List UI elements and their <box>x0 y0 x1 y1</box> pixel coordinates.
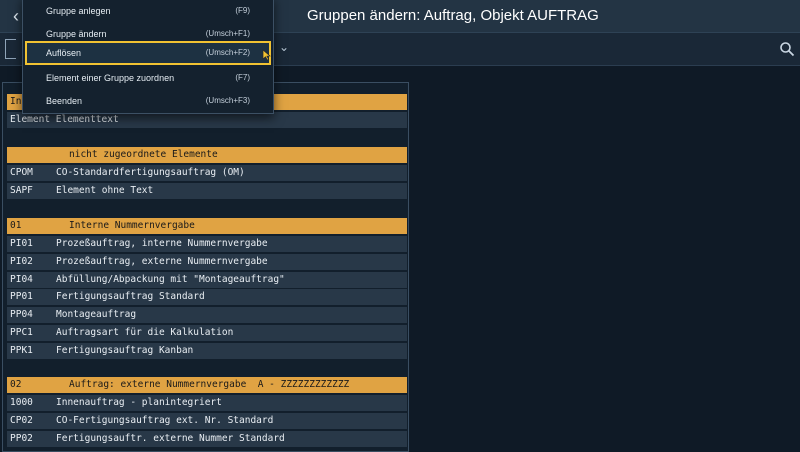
group-tree-panel: Int Element Elementtext nicht zugeordnet… <box>2 82 409 452</box>
table-row[interactable]: PP01 Fertigungsauftrag Standard <box>7 289 407 305</box>
chevron-down-icon[interactable]: ⌄ <box>279 40 289 54</box>
context-menu: Gruppe anlegen (F9) Gruppe ändern (Umsch+F… <box>22 0 274 114</box>
group-row-unassigned[interactable]: nicht zugeordnete Elemente <box>7 147 407 163</box>
table-row[interactable]: CPOM CO-Standardfertigungsauftrag (OM) <box>7 165 407 181</box>
table-row[interactable]: PI04 Abfüllung/Abpackung mit "Montageauft… <box>7 272 407 288</box>
table-row[interactable]: CP02 CO-Fertigungsauftrag ext. Nr. Standa… <box>7 413 407 429</box>
table-row[interactable]: PP04 Montageauftrag <box>7 307 407 323</box>
group-row-01[interactable]: 01 Interne Nummernvergabe <box>7 218 407 234</box>
search-icon[interactable] <box>779 41 795 57</box>
menu-item-aufloesen[interactable]: Auflösen (Umsch+F2) <box>25 41 271 65</box>
table-row[interactable]: PP02 Fertigungsauftr. externe Nummer Stan… <box>7 431 407 447</box>
column-header: Element Elementtext <box>7 112 407 128</box>
table-row[interactable]: PI02 Prozeßauftrag, externe Nummernvergab… <box>7 254 407 270</box>
menu-item-gruppe-anlegen[interactable]: Gruppe anlegen (F9) <box>25 1 271 23</box>
table-row[interactable]: PPK1 Fertigungsauftrag Kanban <box>7 343 407 359</box>
table-row[interactable]: 1000 Innenauftrag - planintegriert <box>7 395 407 411</box>
table-row[interactable]: SAPF Element ohne Text <box>7 183 407 199</box>
table-row[interactable]: PPC1 Auftragsart für die Kalkulation <box>7 325 407 341</box>
group-row-02[interactable]: 02 Auftrag: externe Nummernvergabe A - ZZ… <box>7 377 407 393</box>
mouse-cursor-icon <box>262 49 271 61</box>
menu-item-beenden[interactable]: Beenden (Umsch+F3) <box>25 91 271 113</box>
page-title: Gruppen ändern: Auftrag, Objekt AUFTRAG <box>307 7 599 24</box>
select-frame-icon[interactable] <box>5 39 16 59</box>
table-row[interactable]: PI01 Prozeßauftrag, interne Nummernvergab… <box>7 236 407 252</box>
menu-item-element-zuordnen[interactable]: Element einer Gruppe zuordnen (F7) <box>25 68 271 90</box>
